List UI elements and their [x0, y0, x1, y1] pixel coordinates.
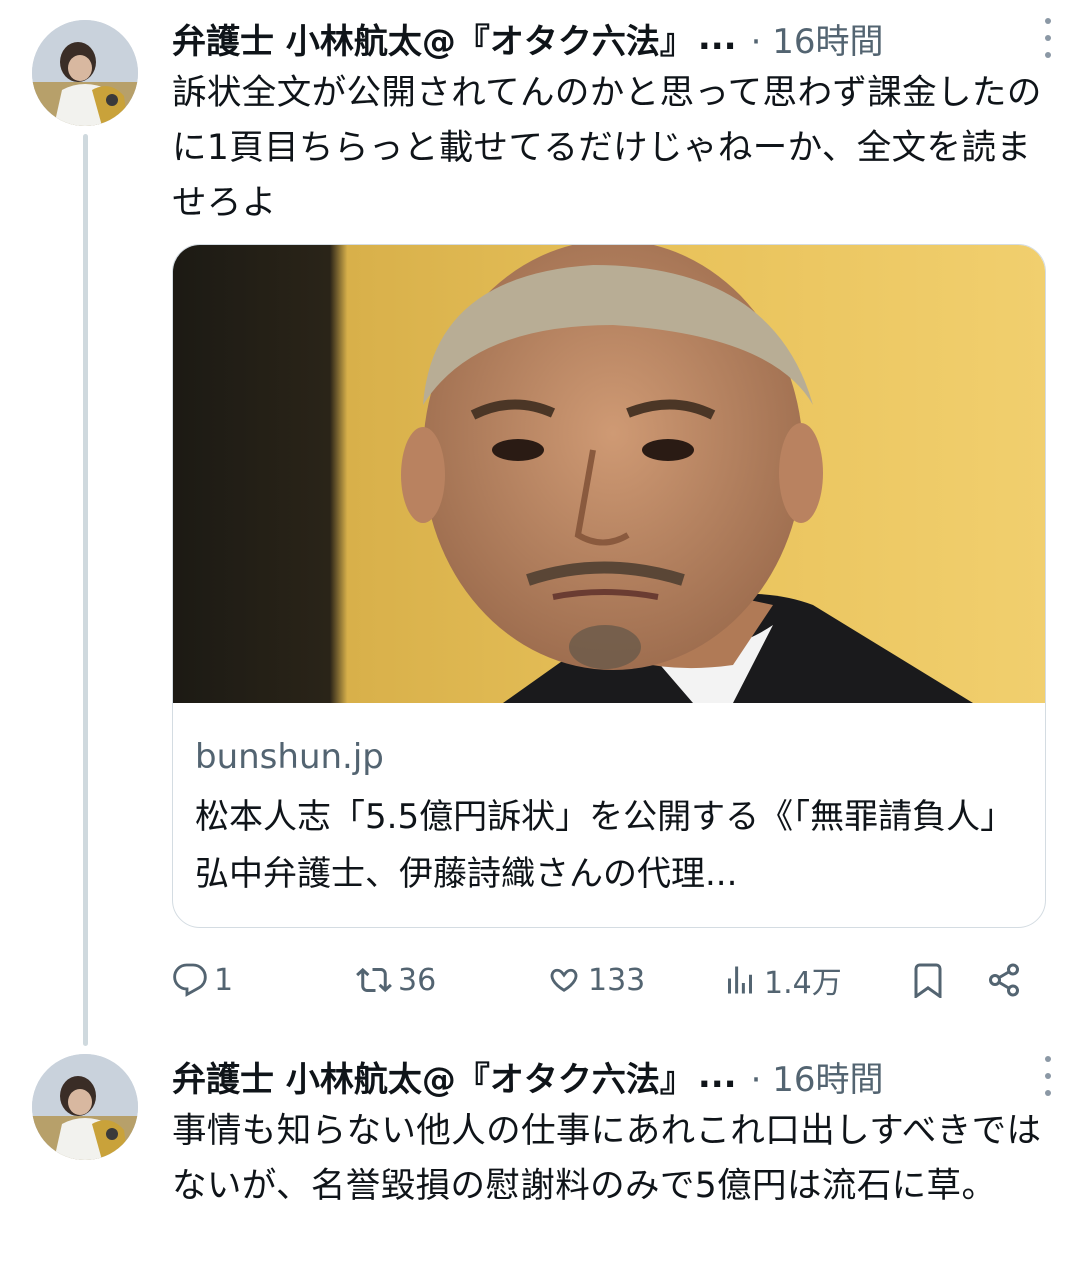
tweet-time[interactable]: · 16時間	[751, 1052, 884, 1101]
author-name[interactable]: 弁護士 小林航太@『オタク六法』	[172, 1052, 694, 1101]
retweet-button[interactable]: 36	[356, 952, 436, 1008]
tweet-header: 弁護士 小林航太@『オタク六法』 ... · 16時間	[172, 12, 1060, 64]
retweet-icon	[356, 967, 392, 993]
retweet-count: 36	[398, 962, 437, 998]
avatar[interactable]	[32, 20, 138, 126]
more-vertical-icon[interactable]	[1038, 18, 1058, 58]
thread-line	[83, 134, 88, 1046]
views-icon	[728, 966, 752, 994]
tweet-text: 訴状全文が公開されてんのかと思って思わず課金したのに1頁目ちらっと載せてるだけじ…	[172, 73, 1042, 223]
avatar[interactable]	[32, 1054, 138, 1160]
link-card-image	[173, 245, 1045, 703]
bookmark-button[interactable]	[910, 952, 946, 1008]
link-card-domain: bunshun.jp	[195, 737, 384, 777]
avatar-image	[32, 1054, 138, 1160]
reply-icon	[173, 963, 207, 997]
reply-button[interactable]: 1	[172, 952, 233, 1008]
share-button[interactable]	[986, 952, 1022, 1008]
tweet-time[interactable]: · 16時間	[751, 14, 884, 63]
like-count: 133	[588, 962, 646, 998]
like-button[interactable]: 133	[546, 952, 645, 1008]
author-name-ellipsis: ...	[697, 1056, 737, 1096]
reply-count: 1	[214, 962, 234, 998]
tweet-text: 事情も知らない他人の仕事にあれこれ口出しすべきではないが、名誉毀損の慰謝料のみで…	[172, 1111, 1042, 1206]
tweet-header: 弁護士 小林航太@『オタク六法』 ... · 16時間	[172, 1050, 1060, 1102]
author-name-ellipsis: ...	[697, 18, 737, 58]
bookmark-icon	[914, 963, 942, 998]
author-name[interactable]: 弁護士 小林航太@『オタク六法』	[172, 14, 694, 63]
share-icon	[989, 963, 1019, 997]
more-vertical-icon[interactable]	[1038, 1056, 1058, 1096]
avatar-image	[32, 20, 138, 126]
heart-icon	[550, 968, 578, 992]
link-card-title: 松本人志「5.5億円訴状」を公開する《「無罪請負人」弘中弁護士、伊藤詩織さんの代…	[195, 797, 1015, 894]
views-button[interactable]: 1.4万	[722, 952, 842, 1008]
link-card[interactable]: bunshun.jp 松本人志「5.5億円訴状」を公開する《「無罪請負人」弘中弁…	[172, 244, 1046, 928]
views-count: 1.4万	[764, 966, 842, 1001]
tweet-actions: 1 36 133 1.4万	[172, 952, 1032, 1008]
